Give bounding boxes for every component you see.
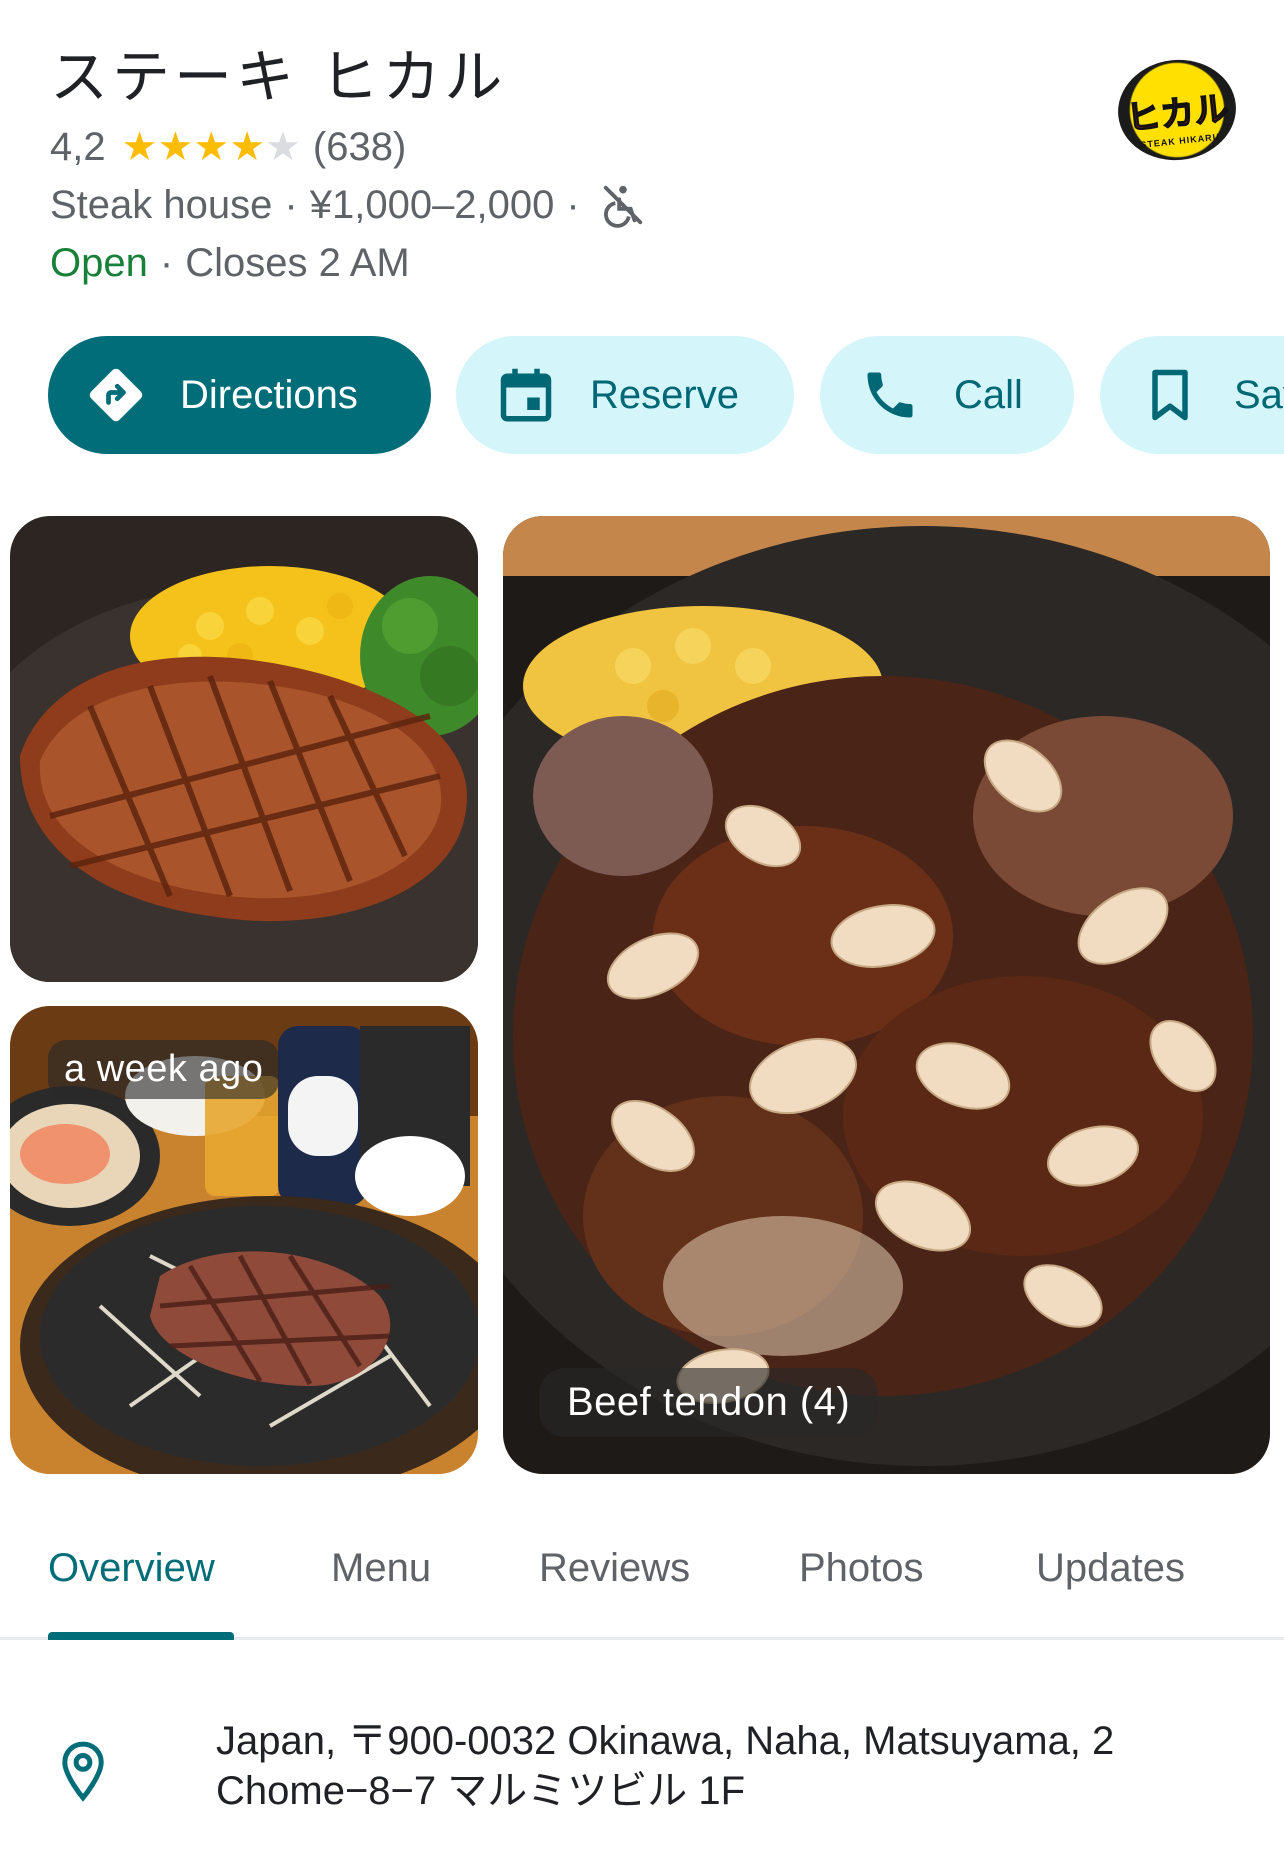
closing-time: Closes 2 AM xyxy=(185,240,410,285)
price-range: ¥1,000–2,000 xyxy=(309,182,555,227)
rating-stars: ★ ★ ★ ★ ★ xyxy=(122,127,301,167)
category: Steak house xyxy=(50,182,273,227)
rating-value: 4,2 xyxy=(50,124,106,169)
bookmark-icon xyxy=(1152,369,1188,421)
call-label: Call xyxy=(954,372,1023,417)
calendar-icon xyxy=(500,368,552,422)
star-icon: ★ xyxy=(121,125,158,169)
address-text[interactable]: Japan, 〒900-0032 Okinawa, Naha, Matsuyam… xyxy=(216,1716,1256,1816)
photo-beer-steak[interactable]: a week ago xyxy=(10,1006,478,1474)
place-title: ステーキ ヒカル xyxy=(50,43,507,111)
rating-row[interactable]: 4,2 ★ ★ ★ ★ ★ (638) xyxy=(50,122,406,172)
save-button[interactable]: Save xyxy=(1100,336,1284,454)
meta-row: Steak house · ¥1,000–2,000 · xyxy=(50,180,646,230)
reserve-label: Reserve xyxy=(590,372,739,417)
tab-bar: Overview Menu Reviews Photos Updates xyxy=(0,1520,1284,1640)
action-buttons: Directions Reserve Call Save xyxy=(48,336,1284,454)
steak-image xyxy=(10,516,478,982)
save-label: Save xyxy=(1234,372,1284,417)
directions-label: Directions xyxy=(180,372,358,417)
hours-row[interactable]: Open · Closes 2 AM xyxy=(50,238,410,288)
photo-age-chip: a week ago xyxy=(48,1040,280,1099)
open-status: Open xyxy=(50,240,148,285)
tab-reviews[interactable]: Reviews xyxy=(539,1546,690,1591)
review-count: (638) xyxy=(312,124,407,169)
photo-dish-chip: Beef tendon (4) xyxy=(539,1368,879,1437)
tab-overview[interactable]: Overview xyxy=(48,1546,215,1591)
tab-photos[interactable]: Photos xyxy=(799,1546,924,1591)
active-tab-indicator xyxy=(48,1632,234,1640)
no-wheelchair-icon[interactable] xyxy=(600,182,646,228)
star-icon: ★ xyxy=(157,125,194,169)
phone-icon xyxy=(867,372,913,418)
separator: · xyxy=(566,182,580,227)
photo-steak[interactable] xyxy=(10,516,478,982)
place-page: ステーキ ヒカル ヒカル STEAK HIKARU 4,2 ★ ★ ★ ★ ★ … xyxy=(0,0,1284,1871)
logo-text: ヒカル xyxy=(1124,88,1231,140)
star-icon: ★ xyxy=(229,125,266,169)
directions-icon xyxy=(89,368,143,422)
tab-updates[interactable]: Updates xyxy=(1036,1546,1185,1591)
beef-tendon-image xyxy=(503,516,1270,1474)
location-pin-icon xyxy=(62,1741,104,1802)
call-button[interactable]: Call xyxy=(820,336,1074,454)
tab-menu[interactable]: Menu xyxy=(331,1546,431,1591)
star-empty-icon: ★ xyxy=(265,125,301,169)
star-icon: ★ xyxy=(193,125,230,169)
separator: · xyxy=(284,182,298,227)
directions-button[interactable]: Directions xyxy=(48,336,431,454)
photo-beef-tendon[interactable]: Beef tendon (4) xyxy=(503,516,1270,1474)
separator: · xyxy=(159,240,174,285)
place-logo[interactable]: ヒカル STEAK HIKARU xyxy=(1113,54,1241,166)
reserve-button[interactable]: Reserve xyxy=(456,336,794,454)
